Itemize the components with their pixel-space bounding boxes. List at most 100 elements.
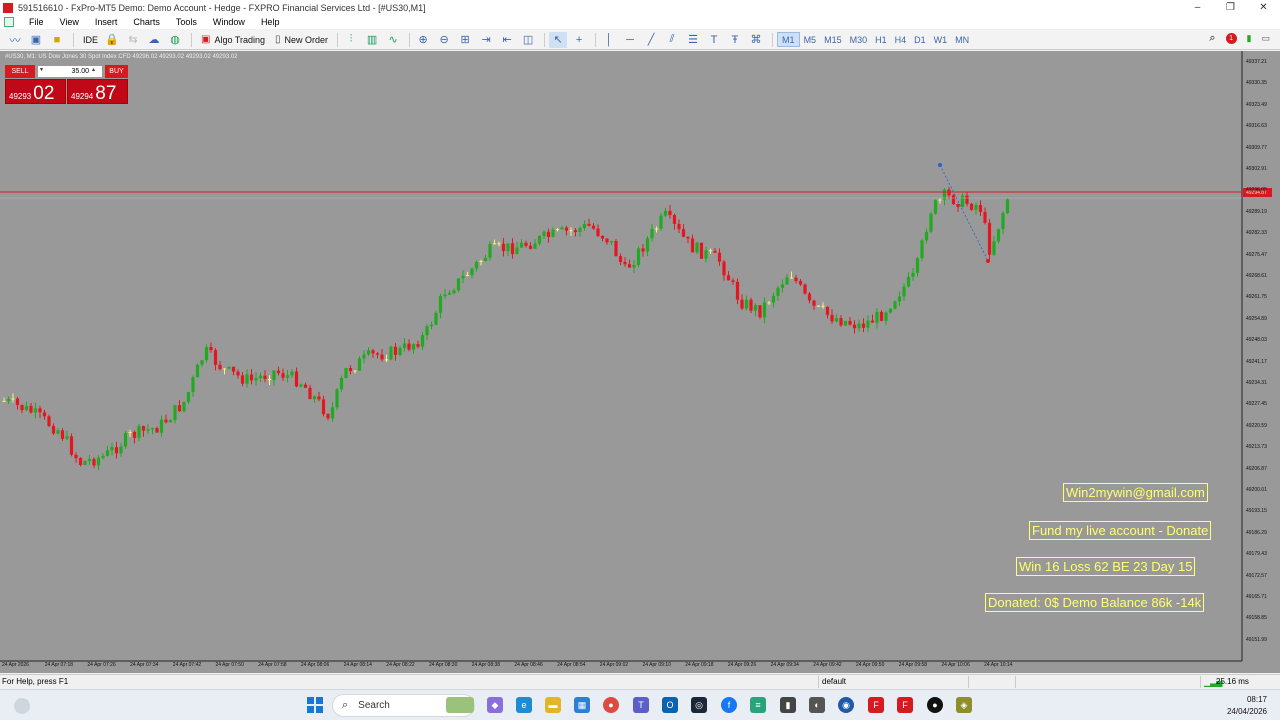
vertical-line-icon[interactable]: │ (600, 32, 618, 48)
zoom-in-icon[interactable]: ⊕ (414, 32, 432, 48)
taskbar-clock[interactable]: 08:17 24/04/2026 (1227, 694, 1267, 718)
chrome-icon[interactable]: ● (603, 697, 619, 713)
new-chart-icon[interactable]: ▣ (27, 32, 45, 48)
search-highlight-icon[interactable] (446, 697, 474, 713)
candle-body (416, 344, 420, 347)
text-icon[interactable]: T (705, 32, 723, 48)
notes-icon[interactable]: ≡ (750, 697, 766, 713)
donate-label: Fund my live account - Donate (1029, 521, 1212, 540)
store-icon[interactable]: ▦ (574, 697, 590, 713)
buy-price[interactable]: 49294 87 (67, 79, 128, 104)
menu-tools[interactable]: Tools (168, 17, 205, 27)
timeframe-d1[interactable]: D1 (910, 32, 930, 47)
app-blue-icon[interactable]: ◉ (838, 697, 854, 713)
time-axis-label: 24 Apr 07:18 (44, 662, 74, 668)
menu-view[interactable]: View (52, 17, 87, 27)
ide-button[interactable]: IDE (78, 32, 103, 48)
buy-price-main: 49294 (71, 92, 94, 101)
screenshot-icon[interactable]: ◫ (519, 32, 537, 48)
candle-body (767, 302, 771, 304)
candle-body (834, 318, 839, 322)
sell-button[interactable]: SELL (5, 65, 35, 78)
chart-area[interactable]: #US30, M1: US Dow Jones 30 Spot Index CF… (0, 51, 1280, 673)
candle-body (425, 326, 429, 336)
settings-icon[interactable]: ▭ (1261, 33, 1270, 44)
text-label-icon[interactable]: Ŧ (726, 32, 744, 48)
sell-price[interactable]: 49293 02 (5, 79, 66, 104)
algo-trading-button[interactable]: ▣ Algo Trading (196, 32, 270, 48)
start-button[interactable] (307, 697, 323, 713)
chart-shift-icon[interactable]: ⇤ (498, 32, 516, 48)
status-ping: 25.16 ms (1216, 677, 1249, 686)
fibonacci-icon[interactable]: ☰ (684, 32, 702, 48)
candlestick-icon[interactable]: ▥ (363, 32, 381, 48)
timeframe-h1[interactable]: H1 (871, 32, 891, 47)
zoom-out-icon[interactable]: ⊖ (435, 32, 453, 48)
toolbar-separator (595, 32, 597, 47)
app-olive-icon[interactable]: ◈ (956, 697, 972, 713)
shapes-icon[interactable]: ⌘ (747, 32, 765, 48)
candle-body (875, 311, 879, 323)
candle-body (42, 412, 47, 417)
globe-icon[interactable]: ◍ (166, 32, 184, 48)
mt5-logo-icon[interactable] (4, 17, 14, 27)
fxpro-icon[interactable]: F (868, 697, 884, 713)
widgets-icon[interactable] (14, 698, 30, 714)
edge-icon[interactable]: e (516, 697, 532, 713)
menu-charts[interactable]: Charts (125, 17, 168, 27)
new-order-button[interactable]: ▯ New Order (270, 32, 333, 48)
menu-insert[interactable]: Insert (87, 17, 126, 27)
link-icon[interactable]: ⇆ (124, 32, 142, 48)
candle-body (501, 243, 506, 252)
bar-chart-icon[interactable]: ⫶ (342, 32, 360, 48)
candlestick-chart[interactable] (0, 51, 1280, 673)
outlook-icon[interactable]: O (662, 697, 678, 713)
candle-body (348, 368, 353, 372)
candle-body (236, 371, 240, 376)
buy-button[interactable]: BUY (105, 65, 128, 78)
profiles-icon[interactable]: ■ (48, 32, 66, 48)
line-chart-icon[interactable]: ∿ (384, 32, 402, 48)
fxpro-mt5-icon[interactable]: F (897, 697, 913, 713)
facebook-icon[interactable]: f (721, 697, 737, 713)
candle-body (411, 344, 416, 350)
crosshair-icon[interactable]: + (570, 32, 588, 48)
copilot-icon[interactable]: ◆ (487, 697, 503, 713)
cloud-icon[interactable]: ☁ (145, 32, 163, 48)
menu-file[interactable]: File (21, 17, 52, 27)
restore-button[interactable]: ❐ (1214, 0, 1247, 15)
notification-badge[interactable]: 1 (1225, 33, 1237, 44)
signal-icon[interactable]: ▮ (1247, 33, 1252, 44)
candle-body (951, 195, 956, 205)
cursor-icon[interactable]: ↖ (549, 31, 568, 48)
horizontal-line-icon[interactable]: ─ (621, 32, 639, 48)
timeframe-m5[interactable]: M5 (800, 32, 821, 47)
obs-icon[interactable]: ● (927, 697, 943, 713)
tile-windows-icon[interactable]: ⊞ (456, 32, 474, 48)
candle-body (551, 229, 555, 237)
timeframe-w1[interactable]: W1 (930, 32, 952, 47)
trendline-icon[interactable]: ╱ (642, 32, 660, 48)
minimize-button[interactable]: – (1181, 0, 1214, 15)
lock-icon[interactable]: 🔒 (103, 32, 121, 48)
timeframe-m15[interactable]: M15 (820, 32, 846, 47)
chart-type-icon[interactable]: 〰 (6, 32, 24, 48)
file-explorer-icon[interactable]: ▬ (545, 697, 561, 713)
channel-icon[interactable]: ⫽ (663, 32, 681, 48)
media-icon[interactable]: ◐ (809, 697, 825, 713)
volume-up-icon[interactable]: ▴ (92, 66, 95, 73)
close-button[interactable]: ✕ (1247, 0, 1280, 15)
candle-body (654, 228, 659, 230)
timeframe-h4[interactable]: H4 (891, 32, 911, 47)
menu-help[interactable]: Help (253, 17, 288, 27)
teams-icon[interactable]: T (633, 697, 649, 713)
timeframe-mn[interactable]: MN (951, 32, 973, 47)
volume-down-icon[interactable]: ▾ (40, 66, 43, 73)
timeframe-m1[interactable]: M1 (777, 32, 800, 47)
timeframe-m30[interactable]: M30 (846, 32, 872, 47)
search-icon[interactable]: ⌕ (1209, 32, 1215, 45)
steam-icon[interactable]: ◎ (691, 697, 707, 713)
terminal-icon[interactable]: ▮ (780, 697, 796, 713)
scroll-chart-icon[interactable]: ⇥ (477, 32, 495, 48)
menu-window[interactable]: Window (205, 17, 253, 27)
